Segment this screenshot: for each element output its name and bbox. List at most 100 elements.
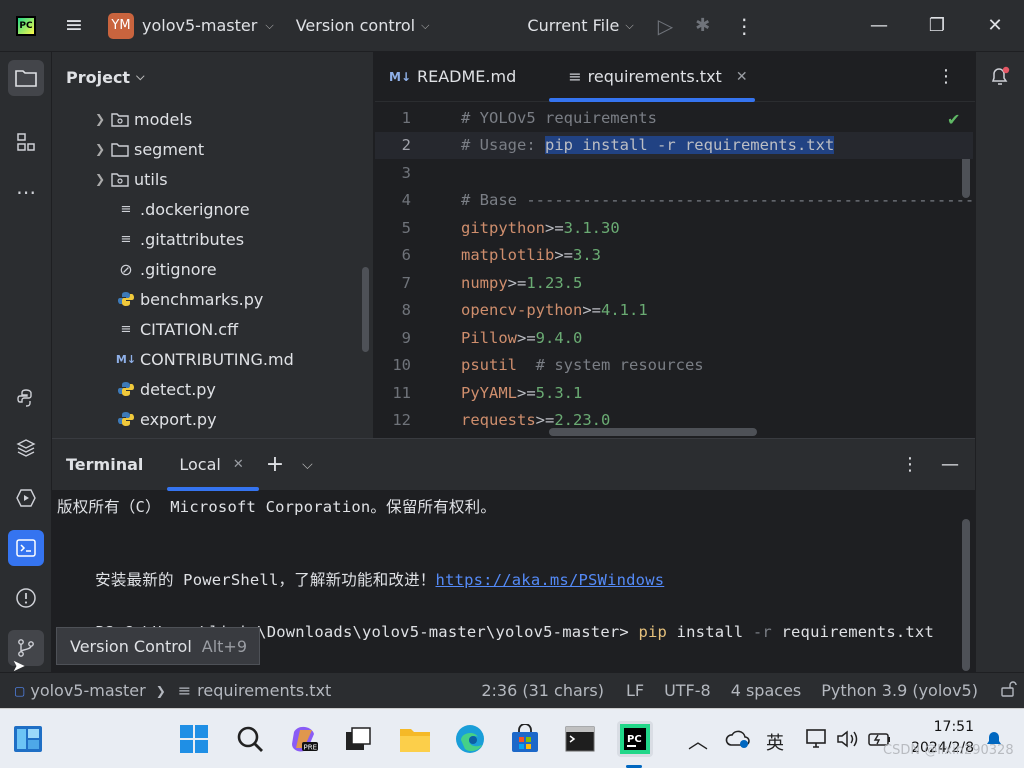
app-logo: PC xyxy=(0,15,52,36)
project-tool-icon[interactable] xyxy=(8,60,44,96)
terminal-output-copyright: 版权所有（C） Microsoft Corporation。保留所有权利。 xyxy=(57,498,497,516)
microsoft-store-icon[interactable] xyxy=(507,721,543,757)
task-view-icon[interactable] xyxy=(340,721,376,757)
problems-icon[interactable] xyxy=(8,580,44,616)
package-folder-icon xyxy=(110,109,130,129)
search-icon[interactable] xyxy=(232,721,268,757)
close-tab-icon[interactable]: ✕ xyxy=(736,69,748,85)
tree-item-detect[interactable]: detect.py xyxy=(52,374,352,404)
tree-item-citation[interactable]: ≡ CITATION.cff xyxy=(52,314,352,344)
tab-readme[interactable]: M↓ README.md xyxy=(375,52,530,102)
tree-item-utils[interactable]: ❯ utils xyxy=(52,164,352,194)
project-panel-header[interactable]: Project ⌵ xyxy=(52,52,373,102)
tab-terminal-local[interactable]: Local ✕ xyxy=(167,439,260,491)
package-name: matplotlib xyxy=(461,246,555,265)
terminal-options-icon[interactable]: ⋮ xyxy=(901,454,919,475)
chevron-down-icon: ⌵ xyxy=(421,18,430,32)
project-scrollbar[interactable] xyxy=(362,267,369,352)
markdown-file-icon: M↓ xyxy=(115,352,137,366)
chevron-right-icon[interactable]: ❯ xyxy=(90,142,110,156)
clock-time[interactable]: 17:51 xyxy=(920,719,974,735)
restore-button[interactable]: ❐ xyxy=(908,0,966,52)
chevron-right-icon[interactable]: ❯ xyxy=(90,172,110,186)
run-config-selector[interactable]: Current File ⌵ xyxy=(527,0,633,51)
chevron-right-icon[interactable]: ❯ xyxy=(90,112,110,126)
close-tab-icon[interactable]: ✕ xyxy=(233,457,244,472)
more-tools-icon[interactable]: ⋯ xyxy=(8,174,44,210)
status-project[interactable]: yolov5-master xyxy=(30,681,145,700)
chevron-down-icon: ⌵ xyxy=(136,70,145,83)
code-line[interactable]: 3 xyxy=(375,159,973,187)
code-line[interactable]: 1 # YOLOv5 requirements xyxy=(375,104,973,132)
file-explorer-icon[interactable] xyxy=(397,721,433,757)
terminal-icon[interactable] xyxy=(8,530,44,566)
indent-setting[interactable]: 4 spaces xyxy=(731,681,802,700)
input-method-indicator[interactable]: 英 xyxy=(766,729,784,755)
copilot-icon[interactable]: PRE xyxy=(287,721,323,757)
tree-item-label: benchmarks.py xyxy=(140,289,264,309)
debug-icon[interactable]: ✱ xyxy=(695,0,710,51)
main-menu-icon[interactable]: ≡ xyxy=(52,0,96,51)
start-menu-icon[interactable] xyxy=(176,721,212,757)
add-terminal-icon[interactable]: + xyxy=(266,452,284,477)
python-interpreter[interactable]: Python 3.9 (yolov5) xyxy=(821,681,978,700)
code-line[interactable]: 4 # Base -------------------------------… xyxy=(375,187,975,215)
version-control-menu[interactable]: Version control ⌵ xyxy=(296,0,430,51)
structure-icon[interactable] xyxy=(8,124,44,160)
code-line[interactable]: 11 PyYAML>=5.3.1 xyxy=(375,379,973,407)
line-number: 4 xyxy=(401,191,411,210)
notifications-icon[interactable] xyxy=(988,64,1012,92)
tree-item-export[interactable]: export.py xyxy=(52,404,352,434)
python-file-icon xyxy=(116,379,136,399)
code-line[interactable]: 7 numpy>=1.23.5 xyxy=(375,269,973,297)
chevron-down-icon[interactable]: ⌵ xyxy=(302,457,313,473)
tree-item-segment[interactable]: ❯ segment xyxy=(52,134,352,164)
tree-item-dockerignore[interactable]: ≡ .dockerignore xyxy=(52,194,352,224)
tooltip-shortcut: Alt+9 xyxy=(201,636,248,656)
tree-item-benchmarks[interactable]: benchmarks.py xyxy=(52,284,352,314)
tree-item-gitattributes[interactable]: ≡ .gitattributes xyxy=(52,224,352,254)
widgets-icon[interactable] xyxy=(10,721,46,757)
pycharm-taskbar-icon[interactable]: PC xyxy=(617,721,653,757)
caret-position[interactable]: 2:36 (31 chars) xyxy=(481,681,604,700)
tree-item-contributing[interactable]: M↓ CONTRIBUTING.md xyxy=(52,344,352,374)
onedrive-icon[interactable] xyxy=(720,721,756,757)
line-number: 10 xyxy=(392,356,411,375)
show-hidden-icons-icon[interactable]: ︿ xyxy=(680,721,716,757)
code-line[interactable]: 5 gitpython>=3.1.30 xyxy=(375,214,973,242)
project-badge: YM xyxy=(108,12,134,39)
code-line[interactable]: 10 psutil # system resources xyxy=(375,352,973,380)
code-line[interactable]: 8 opencv-python>=4.1.1 xyxy=(375,297,973,325)
project-switcher[interactable]: YM yolov5-master ⌵ xyxy=(108,0,274,51)
tree-item-models[interactable]: ❯ models xyxy=(52,104,352,134)
services-icon[interactable] xyxy=(8,480,44,516)
line-separator[interactable]: LF xyxy=(626,681,644,700)
volume-icon[interactable] xyxy=(830,721,866,757)
code-line[interactable]: 9 Pillow>=9.4.0 xyxy=(375,324,973,352)
lock-icon[interactable] xyxy=(1000,680,1018,701)
tab-options-icon[interactable]: ⋮ xyxy=(937,66,955,87)
more-options-icon[interactable]: ⋮ xyxy=(734,0,754,51)
code-line[interactable]: 12 requests>=2.23.0 xyxy=(375,407,973,435)
tab-requirements[interactable]: ≡ requirements.txt ✕ xyxy=(554,52,761,102)
terminal-app-icon[interactable] xyxy=(562,721,598,757)
python-packages-icon[interactable] xyxy=(8,430,44,466)
minimize-button[interactable]: — xyxy=(850,0,908,52)
operator: >= xyxy=(507,273,527,292)
line-number: 12 xyxy=(392,411,411,430)
status-file[interactable]: requirements.txt xyxy=(197,681,331,700)
edge-browser-icon[interactable] xyxy=(452,721,488,757)
run-icon[interactable]: ▷ xyxy=(658,0,673,51)
python-file-icon xyxy=(116,289,136,309)
python-console-icon[interactable] xyxy=(8,380,44,416)
code-line-current[interactable]: 2 # Usage: pip install -r requirements.t… xyxy=(375,131,973,159)
file-encoding[interactable]: UTF-8 xyxy=(664,681,711,700)
close-button[interactable]: ✕ xyxy=(966,0,1024,52)
code-line[interactable]: 6 matplotlib>=3.3 xyxy=(375,242,973,270)
terminal-output-line: 安装最新的 PowerShell，了解新功能和改进！https://aka.ms… xyxy=(57,550,664,608)
tree-item-label: detect.py xyxy=(140,379,216,399)
terminal-scrollbar[interactable] xyxy=(962,519,970,671)
powershell-link[interactable]: https://aka.ms/PSWindows xyxy=(436,571,665,589)
hide-panel-icon[interactable]: — xyxy=(941,454,959,475)
tree-item-gitignore[interactable]: ⊘ .gitignore xyxy=(52,254,352,284)
